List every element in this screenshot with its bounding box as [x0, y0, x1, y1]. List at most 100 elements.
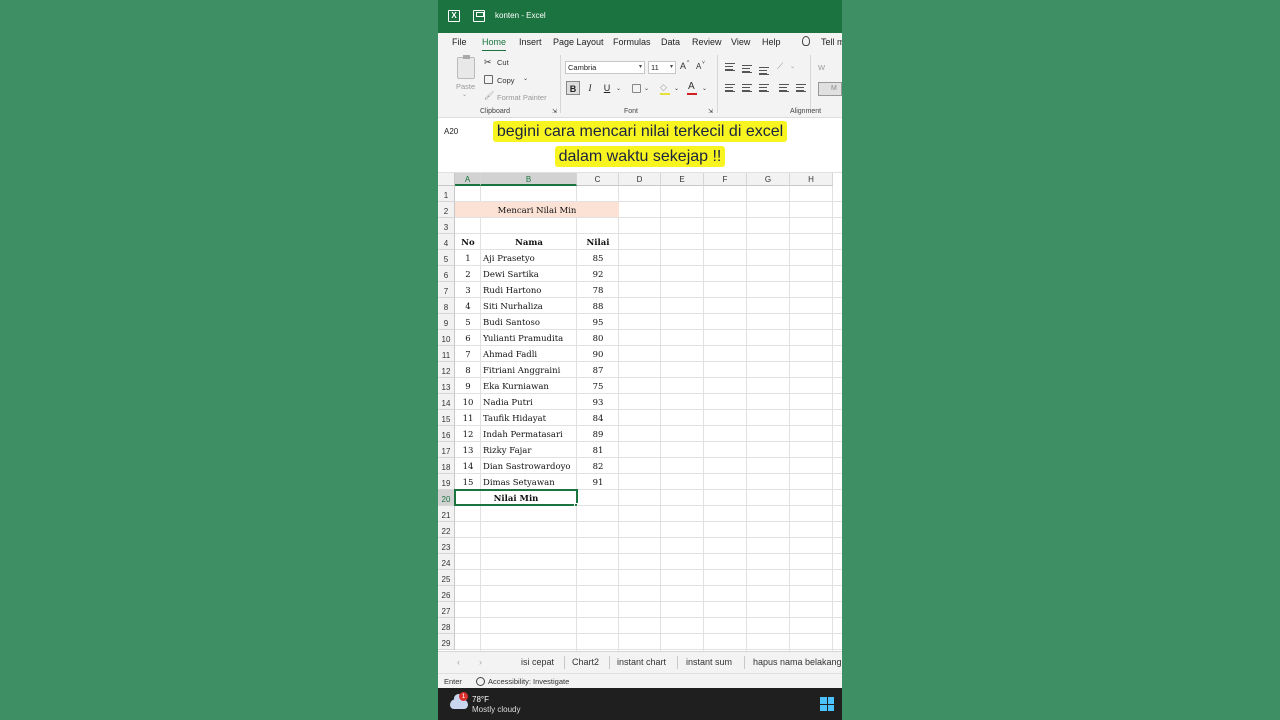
column-header-g[interactable]: G	[747, 173, 790, 186]
borders-dropdown-icon[interactable]: ⌄	[644, 85, 649, 92]
no-cell[interactable]: 15	[457, 474, 479, 490]
no-cell[interactable]: 5	[457, 314, 479, 330]
tab-data[interactable]: Data	[661, 37, 680, 47]
no-cell[interactable]: 3	[457, 282, 479, 298]
accessibility-icon[interactable]	[476, 677, 485, 686]
row-header-26[interactable]: 26	[438, 586, 455, 602]
row-header-1[interactable]: 1	[438, 186, 455, 202]
tab-page-layout[interactable]: Page Layout	[553, 37, 604, 47]
nama-cell[interactable]: Dimas Setyawan	[483, 474, 575, 490]
row-header-11[interactable]: 11	[438, 346, 455, 362]
row-header-2[interactable]: 2	[438, 202, 455, 218]
nilai-cell[interactable]: 81	[579, 442, 617, 458]
header-no-cell[interactable]: No	[457, 234, 479, 250]
nama-cell[interactable]: Indah Permatasari	[483, 426, 575, 442]
no-cell[interactable]: 6	[457, 330, 479, 346]
nilai-cell[interactable]: 95	[579, 314, 617, 330]
nilai-cell[interactable]: 80	[579, 330, 617, 346]
tab-file[interactable]: File	[452, 37, 467, 47]
row-header-14[interactable]: 14	[438, 394, 455, 410]
nama-cell[interactable]: Fitriani Anggraini	[483, 362, 575, 378]
column-header-h[interactable]: H	[790, 173, 833, 186]
fill-handle[interactable]	[574, 503, 578, 507]
nilai-cell[interactable]: 82	[579, 458, 617, 474]
row-header-27[interactable]: 27	[438, 602, 455, 618]
row-header-29[interactable]: 29	[438, 634, 455, 650]
nama-cell[interactable]: Ahmad Fadli	[483, 346, 575, 362]
merge-center-button[interactable]: M	[818, 82, 842, 96]
tab-help[interactable]: Help	[762, 37, 781, 47]
windows-start-icon[interactable]	[820, 697, 834, 711]
row-header-8[interactable]: 8	[438, 298, 455, 314]
font-launcher-icon[interactable]: ⇲	[708, 108, 713, 115]
align-center-icon[interactable]	[742, 84, 752, 92]
weather-temperature[interactable]: 78°F	[472, 695, 489, 704]
font-name-select[interactable]: Cambria ▾	[565, 61, 645, 74]
row-header-5[interactable]: 5	[438, 250, 455, 266]
worksheet-grid[interactable]: ABCDEFGH 1 2 3 4 5 6 7 8 9 10 11 12 13 14 15 16 17 18 19 20…	[438, 173, 842, 651]
nilai-cell[interactable]: 85	[579, 250, 617, 266]
sheet-tab-instant-chart[interactable]: instant chart	[617, 657, 666, 667]
borders-icon[interactable]	[632, 84, 641, 93]
tab-home[interactable]: Home	[482, 37, 507, 52]
header-nama-cell[interactable]: Nama	[483, 234, 575, 250]
nilai-cell[interactable]: 88	[579, 298, 617, 314]
font-size-select[interactable]: 11 ▾	[648, 61, 676, 74]
paste-button[interactable]: Paste	[456, 82, 475, 91]
sheet-next-icon[interactable]: ›	[479, 657, 482, 667]
nilai-cell[interactable]: 89	[579, 426, 617, 442]
orientation-dropdown-icon[interactable]: ⌄	[790, 63, 795, 70]
nama-cell[interactable]: Taufik Hidayat	[483, 410, 575, 426]
underline-dropdown-icon[interactable]: ⌄	[616, 85, 621, 92]
row-header-10[interactable]: 10	[438, 330, 455, 346]
align-top-icon[interactable]	[725, 63, 735, 71]
underline-button[interactable]: U	[600, 81, 614, 95]
tab-formulas[interactable]: Formulas	[613, 37, 651, 47]
format-painter-icon[interactable]: 🖌	[484, 91, 494, 100]
fill-color-icon[interactable]: ◇	[660, 82, 667, 93]
sheet-tab-instant-sum[interactable]: instant sum	[686, 657, 732, 667]
nilai-cell[interactable]: 90	[579, 346, 617, 362]
paste-dropdown-icon[interactable]: ⌄	[462, 91, 467, 98]
align-middle-icon[interactable]	[742, 65, 752, 73]
decrease-indent-icon[interactable]	[779, 84, 789, 92]
format-painter-button[interactable]: Format Painter	[497, 93, 547, 102]
save-icon[interactable]	[473, 10, 485, 22]
row-header-28[interactable]: 28	[438, 618, 455, 634]
nama-cell[interactable]: Rudi Hartono	[483, 282, 575, 298]
sheet-tab-isi-cepat[interactable]: isi cepat	[521, 657, 554, 667]
nilai-cell[interactable]: 93	[579, 394, 617, 410]
copy-icon[interactable]	[484, 75, 493, 84]
copy-dropdown-icon[interactable]: ⌄	[523, 75, 528, 82]
no-cell[interactable]: 12	[457, 426, 479, 442]
nilai-cell[interactable]: 91	[579, 474, 617, 490]
row-header-17[interactable]: 17	[438, 442, 455, 458]
nilai-cell[interactable]: 92	[579, 266, 617, 282]
row-header-25[interactable]: 25	[438, 570, 455, 586]
no-cell[interactable]: 7	[457, 346, 479, 362]
table-title-cell[interactable]: Mencari Nilai Min	[457, 202, 617, 218]
lightbulb-icon[interactable]	[802, 36, 810, 46]
align-right-icon[interactable]	[759, 84, 769, 92]
header-nilai-cell[interactable]: Nilai	[579, 234, 617, 250]
sheet-tab-chart2[interactable]: Chart2	[572, 657, 599, 667]
row-header-13[interactable]: 13	[438, 378, 455, 394]
nilai-cell[interactable]: 84	[579, 410, 617, 426]
row-header-4[interactable]: 4	[438, 234, 455, 250]
nilai-cell[interactable]: 78	[579, 282, 617, 298]
tab-review[interactable]: Review	[692, 37, 722, 47]
nilai-cell[interactable]: 75	[579, 378, 617, 394]
copy-button[interactable]: Copy	[497, 76, 515, 85]
clipboard-launcher-icon[interactable]: ⇲	[552, 108, 557, 115]
fill-dropdown-icon[interactable]: ⌄	[674, 85, 679, 92]
select-all-corner[interactable]	[438, 173, 455, 186]
accessibility-status[interactable]: Accessibility: Investigate	[488, 677, 569, 686]
row-header-15[interactable]: 15	[438, 410, 455, 426]
italic-button[interactable]: I	[583, 81, 597, 95]
wrap-text-button[interactable]: W	[818, 63, 825, 72]
align-bottom-icon[interactable]	[759, 67, 769, 75]
paste-icon[interactable]	[457, 55, 475, 79]
no-cell[interactable]: 1	[457, 250, 479, 266]
row-header-18[interactable]: 18	[438, 458, 455, 474]
tab-insert[interactable]: Insert	[519, 37, 542, 47]
